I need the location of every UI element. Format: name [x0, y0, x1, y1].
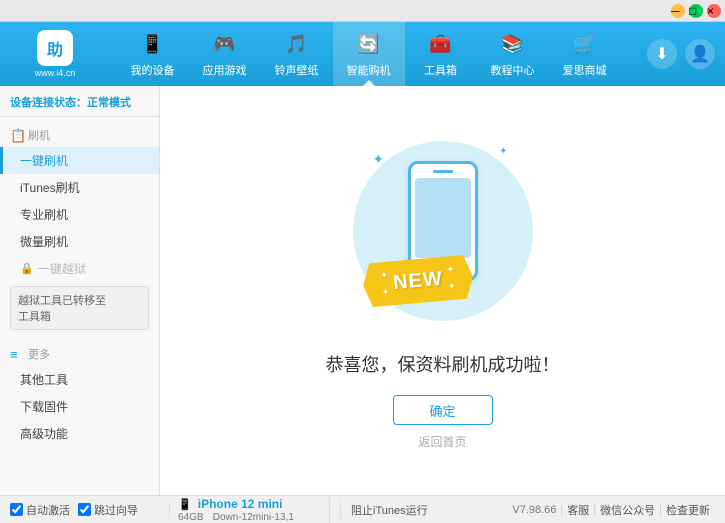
- jailbreak-label: 一键越狱: [38, 260, 86, 277]
- device-info: 📱 iPhone 12 mini 64GB Down-12mini-13,1: [170, 497, 330, 523]
- sidebar-item-one-click[interactable]: 一键刷机: [0, 147, 159, 174]
- nav-item-tutorial[interactable]: 📚 教程中心: [477, 22, 549, 86]
- more-section-label: 更多: [28, 346, 50, 362]
- nav-label-shop: 爱思商城: [563, 62, 607, 78]
- sidebar-item-pro[interactable]: 专业刷机: [0, 201, 159, 228]
- maximize-button[interactable]: □: [689, 4, 703, 18]
- sidebar-item-micro[interactable]: 微量刷机: [0, 228, 159, 255]
- my-device-icon: 📱: [139, 31, 167, 59]
- main-content: ✦ ✦ ✦ ✦ ✦ ✦ ✦ NEW 恭喜您，保资料刷机成功啦！ 确定 返回首页: [160, 86, 725, 495]
- user-button[interactable]: 👤: [685, 39, 715, 69]
- device-storage: 64GB: [178, 512, 204, 523]
- check-update-link[interactable]: 检查更新: [666, 502, 710, 518]
- more-section-icon: ≡: [10, 347, 24, 361]
- logo-icon: 助: [37, 30, 73, 66]
- sidebar-item-jailbreak-disabled: 🔒 一键越狱: [0, 255, 159, 282]
- nav-bar: 📱 我的设备 🎮 应用游戏 🎵 铃声壁纸 🔄 智能购机 🧰 工具箱 📚 教程中心…: [100, 22, 637, 86]
- smart-shop-icon: 🔄: [355, 31, 383, 59]
- toolbox-icon: 🧰: [427, 31, 455, 59]
- ribbon-star-1: ✦: [379, 270, 387, 282]
- back-home-link[interactable]: 返回首页: [418, 433, 466, 450]
- flash-section-label: 刷机: [28, 127, 50, 143]
- nav-item-apps[interactable]: 🎮 应用游戏: [189, 22, 261, 86]
- sidebar-section-flash: 📋 刷机: [0, 121, 159, 147]
- close-button[interactable]: ×: [707, 4, 721, 18]
- version-label: V7.98.66: [512, 504, 556, 516]
- nav-item-smart-shop[interactable]: 🔄 智能购机: [333, 22, 405, 86]
- lock-icon: 🔒: [20, 262, 34, 275]
- sidebar-item-advanced[interactable]: 高级功能: [0, 420, 159, 447]
- tutorial-icon: 📚: [499, 31, 527, 59]
- ok-button[interactable]: 确定: [393, 395, 493, 425]
- device-name: iPhone 12 mini: [198, 497, 283, 511]
- phone-illustration: ✦ ✦ ✦ ✦ ✦ ✦ ✦ NEW: [343, 131, 543, 331]
- ribbon-star-2: ✦: [381, 287, 389, 299]
- skip-wizard-input[interactable]: [78, 503, 91, 516]
- flash-section-icon: 📋: [10, 128, 24, 142]
- ribbon-text: NEW: [392, 267, 443, 294]
- auto-start-input[interactable]: [10, 503, 23, 516]
- bottom-bar: 自动激活 跳过向导 📱 iPhone 12 mini 64GB Down-12m…: [0, 495, 725, 523]
- nav-item-toolbox[interactable]: 🧰 工具箱: [405, 22, 477, 86]
- ribbon-star-4: ✦: [447, 281, 455, 293]
- auto-start-label: 自动激活: [26, 502, 70, 518]
- sidebar-item-itunes[interactable]: iTunes刷机: [0, 174, 159, 201]
- jailbreak-notice: 越狱工具已转移至 工具箱: [10, 286, 149, 330]
- wallpaper-icon: 🎵: [283, 31, 311, 59]
- star-decoration-1: ✦: [373, 151, 385, 168]
- sidebar-item-other-tools[interactable]: 其他工具: [0, 366, 159, 393]
- nav-label-toolbox: 工具箱: [424, 62, 457, 78]
- ribbon-star-3: ✦: [446, 264, 454, 276]
- status-value: 正常模式: [87, 97, 131, 109]
- logo-text: www.i4.cn: [35, 68, 76, 78]
- success-message: 恭喜您，保资料刷机成功啦！: [326, 351, 560, 377]
- logo: 助 www.i4.cn: [10, 30, 100, 78]
- apps-icon: 🎮: [211, 31, 239, 59]
- nav-label-my-device: 我的设备: [131, 62, 175, 78]
- nav-item-my-device[interactable]: 📱 我的设备: [117, 22, 189, 86]
- auto-start-checkbox[interactable]: 自动激活: [10, 502, 70, 518]
- nav-item-shop[interactable]: 🛒 爱思商城: [549, 22, 621, 86]
- nav-label-tutorial: 教程中心: [491, 62, 535, 78]
- status-label: 设备连接状态：: [10, 97, 87, 109]
- nav-label-smart-shop: 智能购机: [347, 62, 391, 78]
- shop-icon: 🛒: [571, 31, 599, 59]
- download-button[interactable]: ⬇: [647, 39, 677, 69]
- nav-item-wallpaper[interactable]: 🎵 铃声壁纸: [261, 22, 333, 86]
- bottom-status-right: V7.98.66 | 客服 | 微信公众号 | 检查更新: [428, 502, 715, 518]
- main-area: 设备连接状态：正常模式 📋 刷机 一键刷机 iTunes刷机 专业刷机 微量刷机…: [0, 86, 725, 495]
- minimize-button[interactable]: ─: [671, 4, 685, 18]
- star-decoration-2: ✦: [499, 146, 507, 157]
- skip-wizard-checkbox[interactable]: 跳过向导: [78, 502, 138, 518]
- service-link[interactable]: 客服: [567, 502, 589, 518]
- wechat-link[interactable]: 微信公众号: [600, 502, 655, 518]
- sidebar: 设备连接状态：正常模式 📋 刷机 一键刷机 iTunes刷机 专业刷机 微量刷机…: [0, 86, 160, 495]
- phone-screen: [415, 178, 471, 258]
- header-right: ⬇ 👤: [647, 39, 715, 69]
- connection-status: 设备连接状态：正常模式: [0, 90, 159, 117]
- stop-itunes-button[interactable]: 阻止iTunes运行: [340, 502, 428, 518]
- nav-label-wallpaper: 铃声壁纸: [275, 62, 319, 78]
- titlebar: ─ □ ×: [0, 0, 725, 22]
- phone-icon: 📱: [178, 499, 192, 511]
- sidebar-section-more: ≡ 更多: [0, 340, 159, 366]
- skip-wizard-label: 跳过向导: [94, 502, 138, 518]
- header: 助 www.i4.cn 📱 我的设备 🎮 应用游戏 🎵 铃声壁纸 🔄 智能购机 …: [0, 22, 725, 86]
- phone-speaker: [433, 170, 453, 173]
- nav-label-apps: 应用游戏: [203, 62, 247, 78]
- sidebar-item-download-fw[interactable]: 下载固件: [0, 393, 159, 420]
- bottom-checkboxes: 自动激活 跳过向导: [10, 502, 170, 518]
- device-system: Down-12mini-13,1: [213, 512, 294, 523]
